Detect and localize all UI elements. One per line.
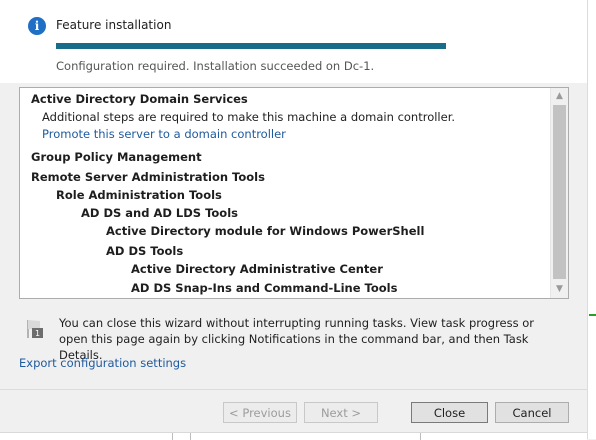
result-item: Active Directory Administrative Center bbox=[131, 262, 383, 276]
installation-status-text: Configuration required. Installation suc… bbox=[56, 59, 375, 73]
result-item: Active Directory Domain Services bbox=[31, 92, 248, 106]
svg-text:1: 1 bbox=[35, 329, 40, 338]
info-icon: i bbox=[28, 17, 46, 35]
results-list[interactable]: Active Directory Domain Services Addition… bbox=[19, 87, 569, 299]
result-item: Remote Server Administration Tools bbox=[31, 170, 265, 184]
next-button[interactable]: Next > bbox=[304, 402, 378, 423]
flag-icon: 1 bbox=[27, 320, 43, 338]
promote-domain-controller-link[interactable]: Promote this server to a domain controll… bbox=[42, 127, 286, 141]
result-item: Role Administration Tools bbox=[56, 188, 222, 202]
installation-progress-bar bbox=[56, 43, 446, 49]
progress-fill bbox=[56, 43, 446, 49]
scroll-down-icon[interactable]: ▼ bbox=[551, 281, 568, 298]
result-item: Active Directory module for Windows Powe… bbox=[106, 224, 425, 238]
cancel-button[interactable]: Cancel bbox=[495, 402, 569, 423]
green-indicator bbox=[589, 314, 596, 316]
close-button[interactable]: Close bbox=[411, 402, 488, 423]
scrollbar-thumb[interactable] bbox=[553, 105, 566, 279]
vertical-scrollbar[interactable]: ▲ ▼ bbox=[550, 88, 568, 298]
footer-separator bbox=[0, 389, 587, 390]
result-item: AD DS Snap-Ins and Command-Line Tools bbox=[131, 281, 398, 295]
results-rows: Active Directory Domain Services Addition… bbox=[20, 88, 550, 298]
feature-installation-title: Feature installation bbox=[56, 18, 172, 32]
header-panel: i Feature installation Configuration req… bbox=[0, 0, 587, 83]
window-border bbox=[587, 0, 588, 439]
result-item: AD DS and AD LDS Tools bbox=[81, 206, 238, 220]
result-item: Additional steps are required to make th… bbox=[42, 110, 456, 124]
result-item: AD DS Tools bbox=[106, 244, 184, 258]
scroll-up-icon[interactable]: ▲ bbox=[551, 88, 568, 105]
export-configuration-link[interactable]: Export configuration settings bbox=[19, 356, 186, 370]
result-item: Group Policy Management bbox=[31, 150, 202, 164]
previous-button[interactable]: < Previous bbox=[223, 402, 297, 423]
background-window-edge bbox=[587, 0, 596, 439]
